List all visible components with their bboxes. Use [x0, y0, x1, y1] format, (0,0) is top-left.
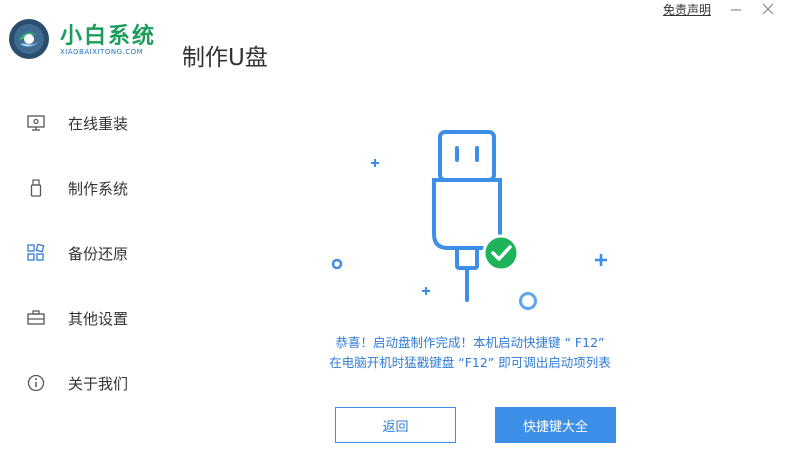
success-message: 恭喜！启动盘制作完成！本机启动快捷键 “ F12” — [335, 335, 605, 350]
usb-success-illustration — [331, 130, 607, 310]
logo-badge-icon — [9, 19, 49, 59]
grid-icon — [26, 243, 46, 263]
sidebar-item-label: 其他设置 — [68, 309, 129, 328]
sidebar-item-other-settings[interactable]: 其他设置 — [26, 306, 128, 330]
title-bar: 免责声明 — [663, 0, 775, 18]
logo-text: 小白系统 — [60, 24, 157, 49]
usb-drive-icon — [26, 178, 46, 198]
boot-hint-message: 在电脑开机时猛戳键盘 “F12” 即可调出启动项列表 — [329, 355, 611, 370]
sidebar-item-online-reinstall[interactable]: 在线重装 — [26, 111, 128, 135]
info-icon — [26, 373, 46, 393]
page-title: 制作U盘 — [182, 45, 268, 71]
sidebar-item-backup-restore[interactable]: 备份还原 — [26, 241, 128, 265]
back-button[interactable]: 返回 — [335, 407, 456, 443]
minimize-icon — [731, 9, 741, 11]
sidebar-item-about-us[interactable]: 关于我们 — [26, 371, 128, 395]
sidebar-item-label: 制作系统 — [68, 179, 129, 198]
close-icon — [762, 3, 774, 15]
success-check-icon — [482, 234, 520, 272]
usb-drive-icon — [432, 130, 502, 302]
toolbox-icon — [26, 308, 46, 328]
sidebar-item-label: 在线重装 — [68, 114, 129, 133]
sidebar-item-label: 关于我们 — [68, 374, 129, 393]
monitor-icon — [26, 113, 46, 133]
logo-subtext: XIAOBAIXITONG.COM — [60, 48, 144, 56]
app-logo: 小白系统 XIAOBAIXITONG.COM — [8, 14, 178, 64]
disclaimer-link[interactable]: 免责声明 — [663, 1, 711, 18]
close-button[interactable] — [761, 2, 775, 16]
shortcut-keys-button[interactable]: 快捷键大全 — [495, 407, 616, 443]
sidebar-item-make-system[interactable]: 制作系统 — [26, 176, 128, 200]
sidebar-item-label: 备份还原 — [68, 244, 129, 263]
minimize-button[interactable] — [729, 2, 743, 16]
